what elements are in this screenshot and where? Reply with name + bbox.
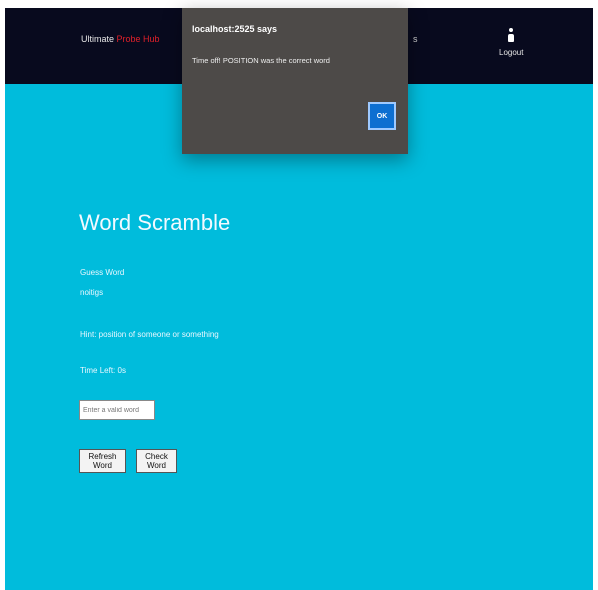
dialog-title: localhost:2525 says: [192, 24, 278, 34]
ok-button[interactable]: OK: [368, 102, 396, 130]
alert-dialog: localhost:2525 says Time off! POSITION w…: [182, 8, 408, 154]
refresh-word-button[interactable]: Refresh Word: [79, 449, 126, 473]
user-icon: [507, 28, 515, 42]
guess-word-label: Guess Word: [80, 268, 125, 277]
word-input[interactable]: [79, 400, 155, 420]
nav-link-partial[interactable]: s: [413, 34, 418, 44]
timer-text: Time Left: 0s: [80, 366, 126, 375]
dialog-message: Time off! POSITION was the correct word: [192, 56, 330, 65]
brand-logo[interactable]: Ultimate Probe Hub: [81, 34, 160, 44]
scrambled-word: noitigs: [80, 288, 104, 297]
logout-label: Logout: [499, 48, 524, 57]
page-title: Word Scramble: [79, 210, 231, 235]
brand-text: Ultimate: [81, 34, 115, 44]
logout-button[interactable]: Logout: [499, 28, 523, 57]
game-area: Word Scramble Guess Word noitigs Hint: p…: [5, 84, 593, 590]
hint-text: Hint: position of someone or something: [80, 330, 219, 339]
brand-accent-text: Probe Hub: [116, 34, 160, 44]
check-word-button[interactable]: Check Word: [136, 449, 177, 473]
